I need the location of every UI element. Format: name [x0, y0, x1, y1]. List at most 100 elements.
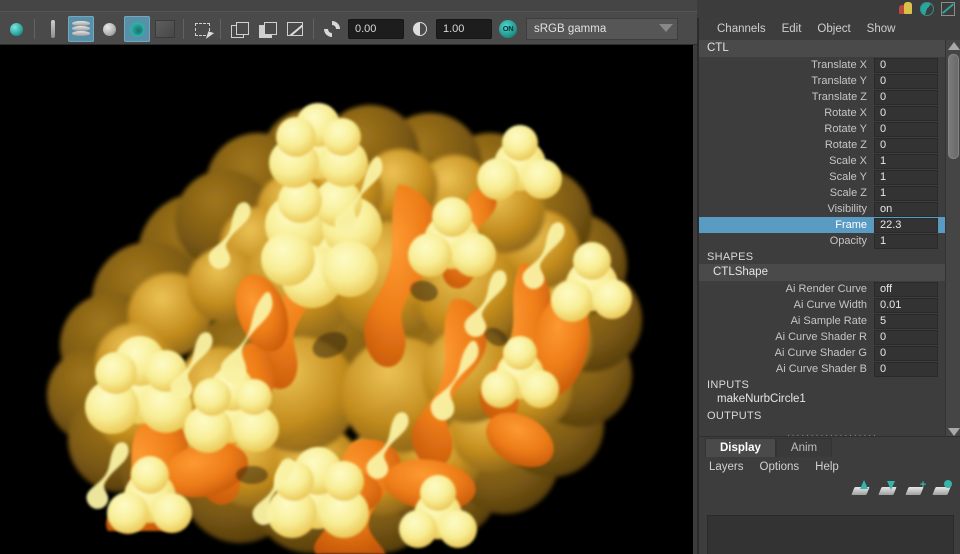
- layer-editor: Display Anim Layers Options Help +: [699, 436, 960, 554]
- attr-row-scale-z[interactable]: Scale Z 1: [699, 185, 960, 201]
- attr-value[interactable]: 5: [874, 313, 938, 329]
- attr-row-scale-x[interactable]: Scale X 1: [699, 153, 960, 169]
- attr-row-ai-curve-shader-b[interactable]: Ai Curve Shader B 0: [699, 361, 960, 377]
- move-layer-down-button[interactable]: [878, 481, 898, 495]
- toolbar-button-row: 0.00 1.00 ON sRGB gamma: [0, 13, 678, 45]
- attr-value[interactable]: 0: [874, 105, 938, 121]
- attr-label: Rotate X: [824, 107, 867, 119]
- attr-row-ai-sample-rate[interactable]: Ai Sample Rate 5: [699, 313, 960, 329]
- exposure-input[interactable]: 0.00: [348, 19, 404, 39]
- attr-row-translate-x[interactable]: Translate X 0: [699, 57, 960, 73]
- attr-row-ai-curve-shader-r[interactable]: Ai Curve Shader R 0: [699, 329, 960, 345]
- move-layer-up-button[interactable]: [851, 480, 871, 495]
- attr-value[interactable]: 1: [874, 169, 938, 185]
- graph-editor-icon[interactable]: [941, 2, 955, 16]
- scrollbar-thumb[interactable]: [948, 54, 959, 159]
- render-viewport[interactable]: [0, 45, 693, 554]
- pin-icon[interactable]: [40, 16, 66, 42]
- triangle-up-icon: [947, 42, 960, 50]
- attr-row-ai-curve-width[interactable]: Ai Curve Width 0.01: [699, 297, 960, 313]
- tab-anim[interactable]: Anim: [775, 438, 833, 457]
- exposure-icon[interactable]: [319, 16, 345, 42]
- menu-object[interactable]: Object: [809, 21, 858, 37]
- duplicate-filled-icon[interactable]: [254, 16, 280, 42]
- menu-layers[interactable]: Layers: [709, 461, 754, 473]
- toolbar-top-strip: [0, 0, 697, 12]
- rendered-explosion-image: [0, 45, 693, 554]
- ipr-sphere-icon[interactable]: [96, 16, 122, 42]
- duplicate-outline-icon[interactable]: [226, 16, 252, 42]
- attr-value[interactable]: off: [874, 281, 938, 297]
- attr-label: Visibility: [827, 203, 867, 215]
- attr-value[interactable]: 0: [874, 121, 938, 137]
- attr-value[interactable]: 0: [874, 361, 938, 377]
- attr-row-rotate-z[interactable]: Rotate Z 0: [699, 137, 960, 153]
- squares-filled-glyph: [258, 21, 277, 38]
- new-layer-from-selected-button[interactable]: [932, 480, 952, 495]
- menu-channels[interactable]: Channels: [709, 21, 774, 37]
- attr-value[interactable]: 0: [874, 89, 938, 105]
- attr-value[interactable]: 1: [874, 185, 938, 201]
- render-region-icon[interactable]: [68, 16, 94, 42]
- shape-node-name[interactable]: CTLShape: [699, 264, 960, 281]
- attr-row-rotate-x[interactable]: Rotate X 0: [699, 105, 960, 121]
- layer-list[interactable]: [707, 515, 954, 554]
- attr-value[interactable]: 0: [874, 137, 938, 153]
- channel-box-layer-editor-panel: Channels Edit Object Show CTL Translate …: [697, 18, 960, 554]
- attr-row-opacity[interactable]: Opacity 1: [699, 233, 960, 249]
- new-layer-button[interactable]: +: [905, 480, 926, 495]
- attr-row-scale-y[interactable]: Scale Y 1: [699, 169, 960, 185]
- attr-value[interactable]: 0: [874, 73, 938, 89]
- attr-label: Scale Y: [829, 171, 867, 183]
- attr-value[interactable]: 0: [874, 345, 938, 361]
- attr-row-translate-z[interactable]: Translate Z 0: [699, 89, 960, 105]
- attr-value[interactable]: 22.3: [874, 217, 938, 233]
- attr-value[interactable]: 1: [874, 233, 938, 249]
- menu-help[interactable]: Help: [815, 461, 849, 473]
- menu-show[interactable]: Show: [859, 21, 904, 37]
- attr-label: Frame: [699, 217, 874, 233]
- attr-value[interactable]: 0.01: [874, 297, 938, 313]
- toolbar-separator: [309, 18, 318, 40]
- color-profile-select[interactable]: sRGB gamma: [526, 18, 678, 40]
- attr-value[interactable]: 1: [874, 153, 938, 169]
- attr-value[interactable]: 0: [874, 57, 938, 73]
- gamma-icon[interactable]: [407, 16, 433, 42]
- characters-icon[interactable]: [899, 2, 913, 16]
- outputs-section-header: OUTPUTS: [699, 408, 960, 423]
- color-swatch-icon[interactable]: [152, 16, 178, 42]
- scroll-up-arrow-icon[interactable]: [947, 40, 960, 52]
- explosion-render-svg: [0, 45, 693, 554]
- panel-resize-handle[interactable]: ...................: [699, 423, 960, 438]
- attr-row-visibility[interactable]: Visibility on: [699, 201, 960, 217]
- node-name-header: CTL: [699, 40, 960, 57]
- attr-value[interactable]: 0: [874, 329, 938, 345]
- marquee-glyph: [194, 22, 210, 36]
- input-node-item[interactable]: makeNurbCircle1: [699, 392, 960, 408]
- dot-teal-glyph: [129, 21, 145, 37]
- channel-box-scrollbar[interactable]: [945, 40, 960, 438]
- swirl-icon[interactable]: [920, 2, 934, 16]
- titlebar-icon-strip: [899, 1, 955, 17]
- attr-row-rotate-y[interactable]: Rotate Y 0: [699, 121, 960, 137]
- menu-options[interactable]: Options: [760, 461, 810, 473]
- attr-row-ai-render-curve[interactable]: Ai Render Curve off: [699, 281, 960, 297]
- attr-value[interactable]: on: [874, 201, 938, 217]
- render-settings-icon[interactable]: [124, 16, 150, 42]
- snapshot-icon[interactable]: [3, 16, 29, 42]
- attr-label: Scale Z: [829, 187, 867, 199]
- attr-row-ai-curve-shader-g[interactable]: Ai Curve Shader G 0: [699, 345, 960, 361]
- empty-square-glyph: [155, 20, 175, 38]
- tab-display[interactable]: Display: [705, 438, 776, 457]
- color-management-toggle[interactable]: ON: [495, 16, 521, 42]
- attr-row-translate-y[interactable]: Translate Y 0: [699, 73, 960, 89]
- menu-edit[interactable]: Edit: [774, 21, 810, 37]
- wipe-icon[interactable]: [282, 16, 308, 42]
- layers-glyph: [72, 21, 90, 37]
- toolbar-separator: [216, 18, 225, 40]
- attr-row-frame[interactable]: Frame 22.3: [699, 217, 960, 233]
- pin-glyph: [51, 20, 55, 38]
- gamma-input[interactable]: 1.00: [436, 19, 492, 39]
- channel-box-menubar: Channels Edit Object Show: [699, 18, 960, 40]
- marquee-select-icon[interactable]: [189, 16, 215, 42]
